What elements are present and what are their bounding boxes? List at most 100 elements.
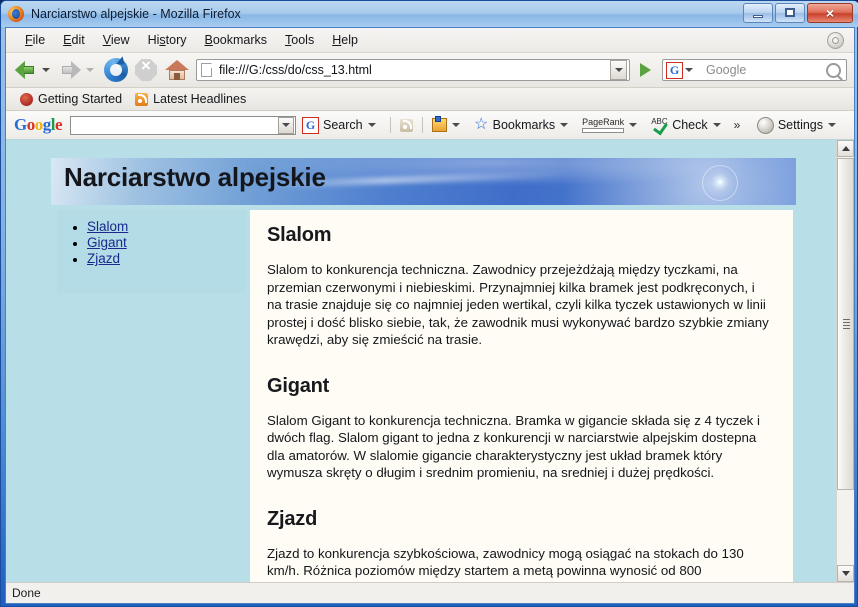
google-bookmark-add-button[interactable]	[429, 116, 468, 134]
toolbar-divider	[389, 117, 391, 133]
back-button[interactable]	[13, 58, 39, 82]
bookmark-latest-headlines[interactable]: Latest Headlines	[131, 91, 250, 107]
google-search-dropdown-icon[interactable]	[278, 116, 295, 134]
section-heading-gigant: Gigant	[267, 374, 330, 397]
stop-icon[interactable]	[135, 59, 157, 81]
chevron-down-icon[interactable]	[451, 123, 460, 127]
firefox-small-icon	[20, 92, 33, 106]
chevron-up-icon	[841, 146, 850, 151]
browser-chrome: File Edit View History Bookmarks Tools H…	[5, 27, 855, 604]
google-gmail-button[interactable]	[397, 117, 416, 134]
firefox-icon	[8, 6, 24, 22]
google-search-label: Search	[323, 118, 363, 132]
page-content: Narciarstwo alpejskie Slalom Gigant Zjaz…	[6, 140, 836, 582]
address-bar-value: file:///G:/css/do/css_13.html	[219, 63, 372, 77]
search-input[interactable]: Google	[706, 63, 826, 77]
google-toolbar: Google G Search ☆ Bookmarks PageRank ABC…	[6, 111, 854, 140]
reload-icon[interactable]	[104, 58, 128, 82]
list-item: Zjazd	[87, 251, 246, 266]
bookmark-label: Getting Started	[38, 92, 123, 106]
window-controls: ×	[743, 3, 853, 23]
google-pagerank[interactable]: PageRank	[579, 116, 645, 135]
google-logo: Google	[14, 115, 63, 134]
page-title: Narciarstwo alpejskie	[64, 162, 326, 192]
toolbar-divider	[421, 117, 423, 133]
forward-history-caret-icon[interactable]	[86, 68, 94, 72]
scroll-down-button[interactable]	[837, 565, 854, 582]
go-button[interactable]	[634, 59, 656, 81]
google-search-button[interactable]: G Search	[299, 115, 384, 136]
menu-view[interactable]: View	[94, 30, 139, 50]
chevron-down-icon	[841, 571, 850, 576]
page-banner: Narciarstwo alpejskie	[51, 158, 796, 205]
google-spellcheck-button[interactable]: ABC Check	[648, 116, 728, 135]
address-bar[interactable]: file:///G:/css/do/css_13.html	[196, 59, 630, 81]
window-title: Narciarstwo alpejskie - Mozilla Firefox	[31, 7, 241, 21]
home-icon[interactable]	[165, 59, 189, 81]
chevron-down-icon[interactable]	[712, 123, 721, 127]
sidebar-item-gigant[interactable]: Gigant	[87, 235, 127, 250]
google-g-icon: G	[302, 116, 320, 134]
scroll-up-button[interactable]	[837, 140, 854, 157]
sidebar-nav: Slalom Gigant Zjazd	[57, 210, 246, 293]
search-bar[interactable]: G Google	[662, 59, 847, 81]
title-bar: Narciarstwo alpejskie - Mozilla Firefox …	[1, 1, 858, 27]
google-settings-label: Settings	[777, 118, 823, 132]
bookmark-getting-started[interactable]: Getting Started	[16, 91, 126, 107]
menu-help[interactable]: Help	[323, 30, 367, 50]
spellcheck-icon: ABC	[651, 117, 669, 135]
sidebar-list: Slalom Gigant Zjazd	[57, 210, 246, 266]
section-heading-zjazd: Zjazd	[267, 507, 318, 530]
sun-icon	[716, 178, 724, 186]
section-body-slalom: Slalom to konkurencja techniczna. Zawodn…	[267, 262, 769, 347]
mail-icon	[399, 118, 413, 132]
toolbar-overflow-button[interactable]: »	[732, 118, 743, 132]
rss-icon	[135, 92, 149, 106]
status-bar: Done	[6, 582, 854, 603]
article-content: Slalom Slalom to konkurencja techniczna.…	[250, 210, 793, 582]
settings-icon	[756, 116, 774, 134]
google-bookmarks-button[interactable]: ☆ Bookmarks	[471, 116, 577, 135]
list-item: Slalom	[87, 219, 246, 234]
navigation-toolbar: file:///G:/css/do/css_13.html G Google	[6, 53, 854, 88]
pagerank-meter: PageRank	[582, 116, 625, 133]
bookmarks-toolbar: Getting Started Latest Headlines	[6, 88, 854, 111]
gear-icon[interactable]	[827, 32, 844, 49]
bookmark-label: Latest Headlines	[153, 92, 247, 106]
go-icon	[639, 63, 651, 77]
google-settings-button[interactable]: Settings	[754, 115, 844, 136]
google-search-input[interactable]	[70, 115, 297, 135]
menu-tools[interactable]: Tools	[276, 30, 323, 50]
close-icon: ×	[825, 5, 835, 21]
page-viewport: Narciarstwo alpejskie Slalom Gigant Zjaz…	[6, 140, 854, 582]
sidebar-item-zjazd[interactable]: Zjazd	[87, 251, 120, 266]
sidebar-item-slalom[interactable]: Slalom	[87, 219, 128, 234]
address-dropdown-icon[interactable]	[610, 60, 627, 80]
arrow-left-icon	[15, 61, 37, 79]
menu-edit[interactable]: Edit	[54, 30, 94, 50]
menu-bar: File Edit View History Bookmarks Tools H…	[6, 28, 854, 53]
minimize-button[interactable]	[743, 3, 773, 23]
menu-file[interactable]: File	[16, 30, 54, 50]
menu-history[interactable]: History	[139, 30, 196, 50]
star-icon: ☆	[473, 115, 489, 133]
menu-bookmarks[interactable]: Bookmarks	[196, 30, 277, 50]
arrow-right-icon	[59, 61, 81, 79]
chevron-down-icon[interactable]	[367, 123, 376, 127]
chevron-down-icon[interactable]	[629, 123, 638, 127]
search-icon[interactable]	[826, 62, 841, 78]
google-engine-icon[interactable]: G	[666, 61, 683, 79]
chevron-down-icon[interactable]	[828, 123, 836, 127]
page-icon	[201, 63, 212, 77]
close-button[interactable]: ×	[807, 3, 853, 23]
forward-button[interactable]	[57, 58, 83, 82]
browser-window: Narciarstwo alpejskie - Mozilla Firefox …	[0, 0, 858, 607]
back-history-caret-icon[interactable]	[42, 68, 50, 72]
restore-button[interactable]	[775, 3, 805, 23]
chevron-down-icon[interactable]	[560, 123, 569, 127]
vertical-scrollbar[interactable]	[836, 140, 854, 582]
pagerank-bar	[582, 127, 625, 133]
pagerank-label: PageRank	[582, 116, 625, 127]
section-heading-slalom: Slalom	[267, 224, 332, 246]
scrollbar-thumb[interactable]	[837, 158, 854, 490]
